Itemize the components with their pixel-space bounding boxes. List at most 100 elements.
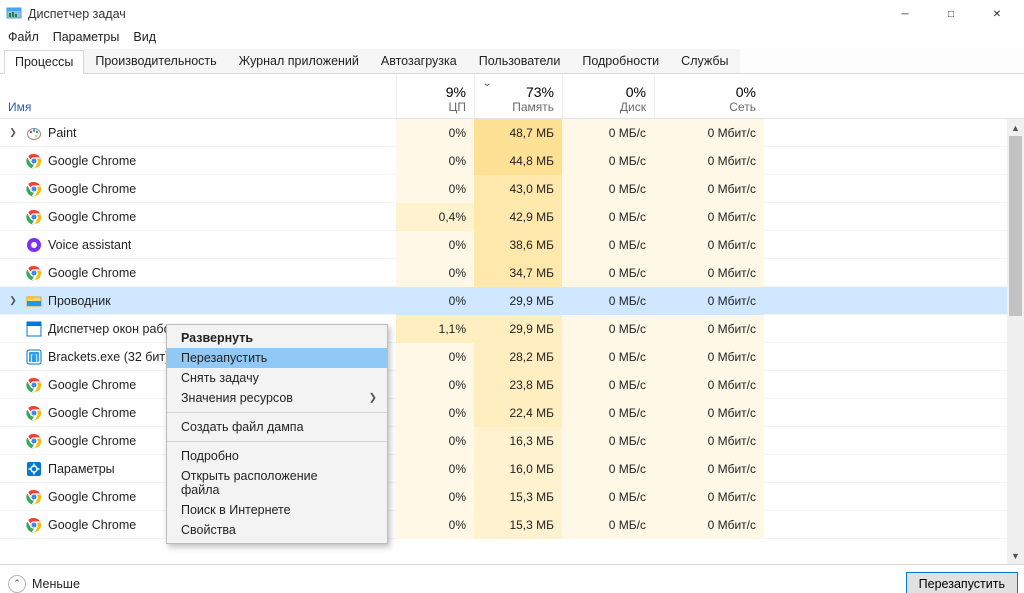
col-cpu[interactable]: 9% ЦП [396, 74, 474, 118]
cpu-cell: 0% [396, 231, 474, 259]
tab-details[interactable]: Подробности [571, 49, 670, 73]
expand-toggle [6, 378, 20, 392]
table-row[interactable]: Google Chrome0%44,8 МБ0 МБ/с0 Мбит/с [0, 147, 1024, 175]
col-memory-label: Память [512, 100, 554, 114]
table-row[interactable]: ❯Paint0%48,7 МБ0 МБ/с0 Мбит/с [0, 119, 1024, 147]
network-cell: 0 Мбит/с [654, 343, 764, 371]
table-row[interactable]: Google Chrome0%34,7 МБ0 МБ/с0 Мбит/с [0, 259, 1024, 287]
process-name: Проводник [48, 294, 111, 308]
table-row[interactable]: Диспетчер окон рабочего стола1,1%29,9 МБ… [0, 315, 1024, 343]
process-name: Параметры [48, 462, 115, 476]
tab-app-history[interactable]: Журнал приложений [228, 49, 370, 73]
ctx-resource-values[interactable]: Значения ресурсов ❯ [167, 388, 387, 408]
table-row[interactable]: Google Chrome0,4%42,9 МБ0 МБ/с0 Мбит/с [0, 203, 1024, 231]
col-network-pct: 0% [736, 84, 756, 100]
col-memory-pct: 73% [526, 84, 554, 100]
window-controls: ─ □ ✕ [882, 0, 1020, 28]
table-row[interactable]: Параметры0%16,0 МБ0 МБ/с0 Мбит/с [0, 455, 1024, 483]
cpu-cell: 0% [396, 511, 474, 539]
menu-options[interactable]: Параметры [53, 30, 120, 44]
expand-toggle [6, 518, 20, 532]
restart-button[interactable]: Перезапустить [906, 572, 1018, 593]
cpu-cell: 0% [396, 287, 474, 315]
disk-cell: 0 МБ/с [562, 287, 654, 315]
memory-cell: 22,4 МБ [474, 399, 562, 427]
table-row[interactable]: ❯Проводник0%29,9 МБ0 МБ/с0 Мбит/с [0, 287, 1024, 315]
memory-cell: 42,9 МБ [474, 203, 562, 231]
col-network[interactable]: 0% Сеть [654, 74, 764, 118]
table-row[interactable]: Voice assistant0%38,6 МБ0 МБ/с0 Мбит/с [0, 231, 1024, 259]
memory-cell: 44,8 МБ [474, 147, 562, 175]
ctx-details[interactable]: Подробно [167, 446, 387, 466]
memory-cell: 16,3 МБ [474, 427, 562, 455]
tab-users[interactable]: Пользователи [468, 49, 572, 73]
sort-indicator-icon: ⌄ [482, 78, 493, 89]
table-row[interactable]: Google Chrome0%15,3 МБ0 МБ/с0 Мбит/с [0, 511, 1024, 539]
cpu-cell: 0% [396, 343, 474, 371]
app-icon [26, 489, 42, 505]
ctx-search-online[interactable]: Поиск в Интернете [167, 500, 387, 520]
fewer-details-button[interactable]: ⌃ Меньше [8, 575, 80, 593]
minimize-icon: ─ [901, 9, 908, 20]
app-icon [26, 153, 42, 169]
tab-processes[interactable]: Процессы [4, 50, 84, 74]
col-disk[interactable]: 0% Диск [562, 74, 654, 118]
table-row[interactable]: Google Chrome0%16,3 МБ0 МБ/с0 Мбит/с [0, 427, 1024, 455]
tab-performance[interactable]: Производительность [84, 49, 227, 73]
app-icon [26, 517, 42, 533]
scroll-track[interactable] [1007, 136, 1024, 547]
network-cell: 0 Мбит/с [654, 315, 764, 343]
scroll-down-icon[interactable]: ▼ [1007, 547, 1024, 564]
table-row[interactable]: Google Chrome0%23,8 МБ0 МБ/с0 Мбит/с [0, 371, 1024, 399]
ctx-separator-2 [167, 441, 387, 442]
vertical-scrollbar[interactable]: ▲ ▼ [1007, 119, 1024, 564]
cpu-cell: 0,4% [396, 203, 474, 231]
process-name-cell: Google Chrome [0, 209, 396, 225]
disk-cell: 0 МБ/с [562, 399, 654, 427]
menu-view[interactable]: Вид [133, 30, 156, 44]
network-cell: 0 Мбит/с [654, 455, 764, 483]
process-name-cell: Voice assistant [0, 237, 396, 253]
network-cell: 0 Мбит/с [654, 483, 764, 511]
app-icon [26, 293, 42, 309]
process-name: Google Chrome [48, 154, 136, 168]
table-row[interactable]: Google Chrome0%22,4 МБ0 МБ/с0 Мбит/с [0, 399, 1024, 427]
expand-toggle[interactable]: ❯ [6, 294, 20, 308]
expand-toggle [6, 238, 20, 252]
tab-startup[interactable]: Автозагрузка [370, 49, 468, 73]
network-cell: 0 Мбит/с [654, 399, 764, 427]
col-cpu-pct: 9% [446, 84, 466, 100]
ctx-properties[interactable]: Свойства [167, 520, 387, 540]
network-cell: 0 Мбит/с [654, 119, 764, 147]
col-memory[interactable]: ⌄ 73% Память [474, 74, 562, 118]
network-cell: 0 Мбит/с [654, 175, 764, 203]
col-name[interactable]: Имя [0, 74, 396, 118]
ctx-expand[interactable]: Развернуть [167, 328, 387, 348]
footer-bar: ⌃ Меньше Перезапустить [0, 564, 1024, 593]
tab-services[interactable]: Службы [670, 49, 739, 73]
ctx-restart[interactable]: Перезапустить [167, 348, 387, 368]
network-cell: 0 Мбит/с [654, 259, 764, 287]
menu-file[interactable]: Файл [8, 30, 39, 44]
minimize-button[interactable]: ─ [882, 0, 928, 28]
maximize-button[interactable]: □ [928, 0, 974, 28]
expand-toggle[interactable]: ❯ [6, 126, 20, 140]
table-row[interactable]: Google Chrome0%15,3 МБ0 МБ/с0 Мбит/с [0, 483, 1024, 511]
table-row[interactable]: [ ]Brackets.exe (32 бит)0%28,2 МБ0 МБ/с0… [0, 343, 1024, 371]
scroll-up-icon[interactable]: ▲ [1007, 119, 1024, 136]
disk-cell: 0 МБ/с [562, 343, 654, 371]
memory-cell: 28,2 МБ [474, 343, 562, 371]
table-row[interactable]: Google Chrome0%43,0 МБ0 МБ/с0 Мбит/с [0, 175, 1024, 203]
column-headers: Имя 9% ЦП ⌄ 73% Память 0% Диск 0% Сеть [0, 74, 1024, 119]
ctx-resource-values-label: Значения ресурсов [181, 391, 293, 405]
title-bar[interactable]: Диспетчер задач ─ □ ✕ [0, 0, 1024, 28]
cpu-cell: 0% [396, 259, 474, 287]
app-icon [6, 6, 22, 22]
network-cell: 0 Мбит/с [654, 287, 764, 315]
ctx-open-location[interactable]: Открыть расположение файла [167, 466, 387, 500]
memory-cell: 48,7 МБ [474, 119, 562, 147]
ctx-end-task[interactable]: Снять задачу [167, 368, 387, 388]
scroll-thumb[interactable] [1009, 136, 1022, 316]
ctx-create-dump[interactable]: Создать файл дампа [167, 417, 387, 437]
close-button[interactable]: ✕ [974, 0, 1020, 28]
